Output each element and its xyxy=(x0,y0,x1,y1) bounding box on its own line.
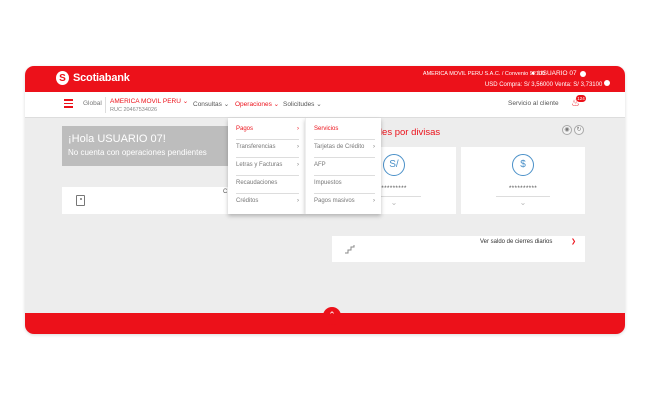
divisa-card-dolares[interactable]: $ ********** ⌄ xyxy=(461,147,585,214)
greeting-title: ¡Hola USUARIO 07! xyxy=(68,133,166,145)
menu-item-label: Transferencias xyxy=(236,144,276,150)
menu-operaciones-label: Operaciones xyxy=(235,101,272,108)
customer-service-link[interactable]: Servicio al cliente xyxy=(508,100,559,107)
brand-name: Scotiabank xyxy=(73,72,130,84)
menu-consultas-label: Consultas xyxy=(193,101,222,108)
hamburger-icon[interactable] xyxy=(64,99,73,108)
operaciones-dropdown: Pagos › Transferencias › Letras y Facturas… xyxy=(228,118,305,214)
nav-divider xyxy=(105,97,106,113)
chevron-right-icon: › xyxy=(297,162,299,168)
chevron-right-icon: › xyxy=(297,126,299,132)
app-window: S Scotiabank AMERICA MOVIL PERU S.A.C. /… xyxy=(25,66,625,334)
dolares-masked-balance: ********** xyxy=(508,185,538,192)
cierres-link[interactable]: Ver saldo de cierres diarios xyxy=(480,239,552,245)
submenu-item-label: AFP xyxy=(314,162,326,168)
chevron-right-icon: › xyxy=(373,144,375,150)
submenu-item-impuestos[interactable]: Impuestos xyxy=(314,177,375,189)
submenu-item-label: Pagos masivos xyxy=(314,198,355,204)
menu-item-creditos[interactable]: Créditos › xyxy=(236,195,299,207)
cierres-card: Ver saldo de cierres diarios ❯ xyxy=(332,236,585,262)
greeting-banner: ¡Hola USUARIO 07! No cuenta con operacio… xyxy=(62,126,252,166)
fx-buy-label: USD Compra: xyxy=(484,82,523,88)
menu-divider xyxy=(236,157,299,158)
key-icon xyxy=(76,195,85,206)
menu-divider xyxy=(236,193,299,194)
user-menu[interactable]: ● USUARIO 07 xyxy=(531,70,586,77)
menu-item-label: Letras y Facturas xyxy=(236,162,283,168)
user-name: USUARIO 07 xyxy=(537,70,577,77)
submenu-item-label: Impuestos xyxy=(314,180,342,186)
fx-sell-label: Venta: xyxy=(554,82,572,88)
quick-access-text: C xyxy=(223,189,228,195)
soles-icon: S/ xyxy=(383,154,405,176)
quick-access-card[interactable] xyxy=(62,187,232,214)
chevron-right-icon: › xyxy=(297,144,299,150)
menu-divider xyxy=(314,175,375,176)
submenu-item-label: Tarjetas de Crédito xyxy=(314,144,365,150)
chevron-up-icon[interactable]: ⌃ xyxy=(323,307,341,325)
chevron-right-icon: › xyxy=(297,198,299,204)
company-ruc: RUC 20467534026 xyxy=(110,107,158,113)
submenu-item-label: Servicios xyxy=(314,126,339,132)
submenu-item-servicios[interactable]: Servicios xyxy=(314,123,375,135)
notification-badge: 124 xyxy=(576,95,586,102)
global-label[interactable]: Global xyxy=(83,100,102,107)
submenu-item-afp[interactable]: AFP xyxy=(314,159,375,171)
menu-divider xyxy=(314,139,375,140)
greeting-subtitle: No cuenta con operaciones pendientes xyxy=(68,148,207,157)
fx-sell-value: S/ 3,73100 xyxy=(573,82,603,88)
menu-divider xyxy=(314,193,375,194)
divisas-title: tales por divisas xyxy=(372,127,441,138)
menu-item-label: Pagos xyxy=(236,126,254,132)
brand-logo[interactable]: S Scotiabank xyxy=(56,71,130,85)
scotiabank-logo-icon: S xyxy=(56,71,69,85)
company-name: AMERICA MOVIL PERU xyxy=(110,98,181,105)
menu-divider xyxy=(314,157,375,158)
company-selector[interactable]: AMERICA MOVIL PERU ⌄ xyxy=(110,97,188,105)
fx-info-icon[interactable] xyxy=(604,80,610,86)
card-divider xyxy=(496,196,550,197)
menu-item-recaudaciones[interactable]: Recaudaciones xyxy=(236,177,299,189)
user-icon: ● xyxy=(531,70,535,77)
submenu-item-tarjetas[interactable]: Tarjetas de Crédito › xyxy=(314,141,375,153)
menu-item-letras[interactable]: Letras y Facturas › xyxy=(236,159,299,171)
company-convenio: AMERICA MOVIL PERU S.A.C. / Convenio 921… xyxy=(422,71,545,77)
menu-item-transferencias[interactable]: Transferencias › xyxy=(236,141,299,153)
menu-solicitudes-label: Solicitudes xyxy=(283,101,315,108)
stairs-icon xyxy=(345,245,355,254)
main-nav: Global AMERICA MOVIL PERU ⌄ RUC 20467534… xyxy=(25,92,625,118)
chevron-right-icon: › xyxy=(373,198,375,204)
dollar-icon: $ xyxy=(512,154,534,176)
menu-operaciones[interactable]: Operaciones ⌄ xyxy=(235,100,279,108)
menu-solicitudes[interactable]: Solicitudes ⌄ xyxy=(283,100,322,108)
pagos-submenu: Servicios Tarjetas de Crédito › AFP Impue… xyxy=(305,118,381,214)
exchange-rate: USD Compra: S/ 3,56000 Venta: S/ 3,73100 xyxy=(445,80,610,88)
menu-divider xyxy=(236,175,299,176)
user-dropdown-icon[interactable] xyxy=(579,70,586,77)
top-bar: S Scotiabank AMERICA MOVIL PERU S.A.C. /… xyxy=(25,66,625,92)
submenu-item-pagos-masivos[interactable]: Pagos masivos › xyxy=(314,195,375,207)
eye-icon[interactable]: ◉ xyxy=(562,125,572,135)
menu-consultas[interactable]: Consultas ⌄ xyxy=(193,100,229,108)
fx-buy-value: S/ 3,56000 xyxy=(523,82,553,88)
menu-divider xyxy=(236,139,299,140)
refresh-icon[interactable]: ↻ xyxy=(574,125,584,135)
menu-item-label: Recaudaciones xyxy=(236,180,278,186)
menu-item-label: Créditos xyxy=(236,198,259,204)
chevron-down-icon[interactable]: ⌄ xyxy=(518,199,528,207)
menu-item-pagos[interactable]: Pagos › xyxy=(236,123,299,135)
chevron-down-icon[interactable]: ⌄ xyxy=(389,199,399,207)
chevron-down-icon[interactable]: ❯ xyxy=(571,238,576,245)
balance-visibility-controls: ◉ ↻ xyxy=(562,125,586,137)
